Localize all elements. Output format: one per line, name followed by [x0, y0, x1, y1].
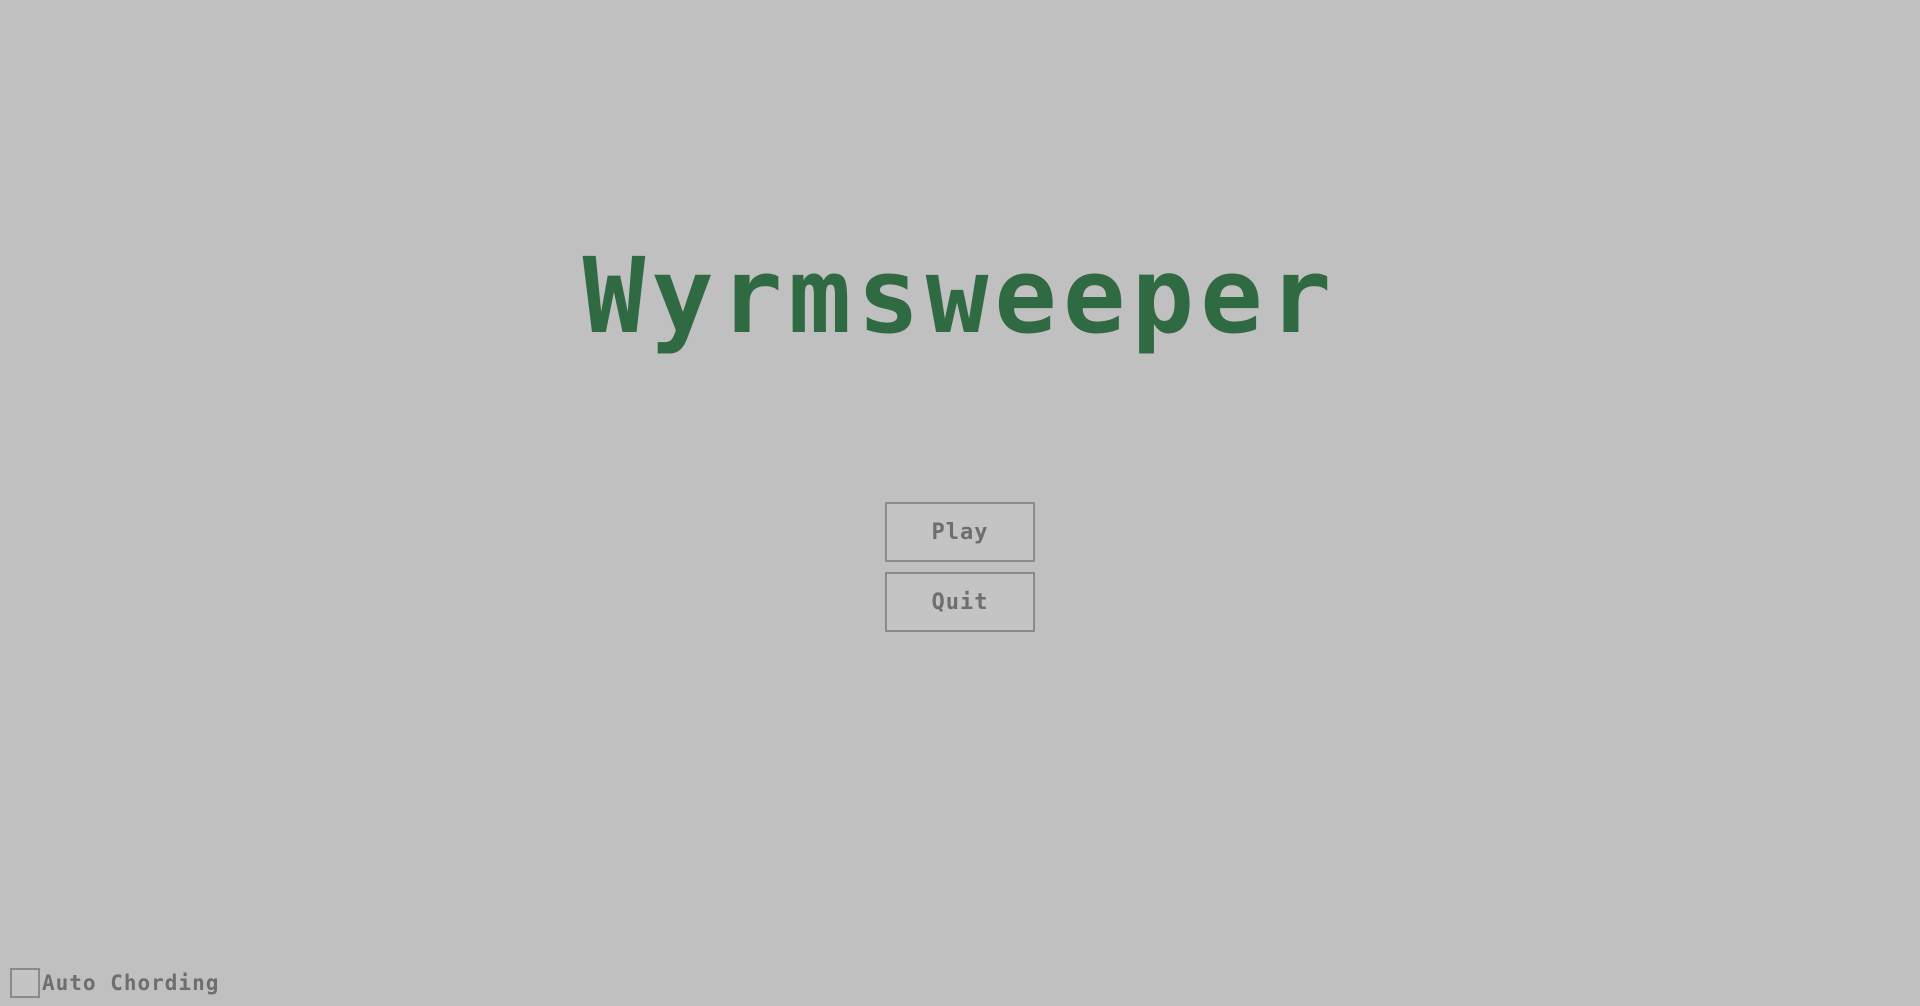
auto-chording-checkbox[interactable]	[10, 968, 40, 998]
auto-chording-label: Auto Chording	[42, 971, 220, 995]
game-title: Wyrmsweeper	[582, 235, 1338, 357]
auto-chording-option: Auto Chording	[10, 967, 219, 999]
quit-button[interactable]: Quit	[885, 572, 1035, 632]
play-button[interactable]: Play	[885, 502, 1035, 562]
